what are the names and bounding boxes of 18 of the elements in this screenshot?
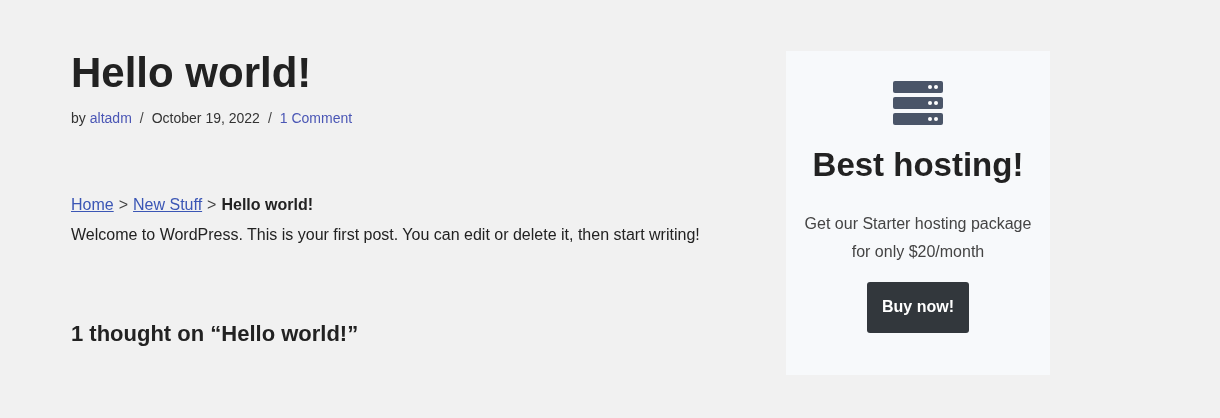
- separator: >: [118, 195, 129, 216]
- breadcrumb-link[interactable]: Home: [71, 193, 114, 218]
- separator: /: [139, 109, 144, 129]
- widget-heading: Best hosting!: [812, 145, 1024, 185]
- meta-text: October 19, 2022: [151, 109, 260, 129]
- separator: >: [207, 195, 217, 216]
- meta-link[interactable]: 1 Comment: [279, 108, 353, 130]
- server-icon: [893, 81, 943, 125]
- post-title: Hello world!: [71, 48, 313, 98]
- post-body: Welcome to WordPress. This is your first post. You can edit or delete it, then start writing!: [71, 225, 701, 246]
- breadcrumb-link[interactable]: New Stuff: [133, 193, 203, 218]
- buy-button[interactable]: Buy now!: [867, 281, 969, 333]
- meta-text: by: [71, 109, 86, 129]
- widget-text: Get our Starter hosting package for only $20/month: [803, 213, 1033, 262]
- separator: /: [267, 109, 272, 129]
- comments-heading: 1 thought on “Hello world!”: [71, 320, 360, 349]
- breadcrumb-current: Hello world!: [221, 195, 313, 216]
- meta-link[interactable]: altadm: [89, 108, 132, 130]
